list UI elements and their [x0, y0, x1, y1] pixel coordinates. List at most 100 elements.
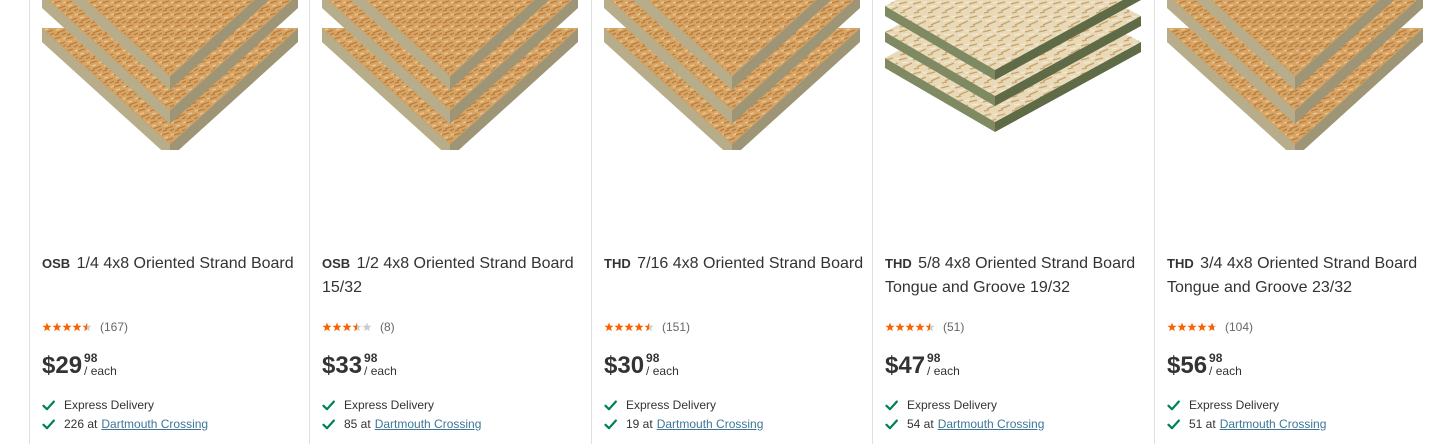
star-icon — [342, 322, 352, 332]
review-count: (8) — [380, 320, 395, 334]
product-card: OSB 1/2 4x8 Oriented Strand Board 15/32 … — [309, 0, 591, 444]
store-availability: 85 at Dartmouth Crossing — [322, 417, 481, 431]
rating-stars — [322, 322, 372, 332]
store-link[interactable]: Dartmouth Crossing — [938, 417, 1045, 431]
price-unit: / each — [646, 364, 679, 378]
product-brand: OSB — [322, 256, 351, 271]
star-icon — [915, 322, 925, 332]
price-dollars: $29 — [42, 352, 83, 379]
express-delivery-label: Express Delivery — [907, 398, 998, 412]
store-link[interactable]: Dartmouth Crossing — [1220, 417, 1327, 431]
star-icon — [644, 322, 654, 332]
product-card: THD 3/4 4x8 Oriented Strand Board Tongue… — [1154, 0, 1433, 444]
star-icon — [62, 322, 72, 332]
product-name: 7/16 4x8 Oriented Strand Board — [637, 255, 864, 272]
review-count: (151) — [662, 320, 691, 334]
product-image[interactable] — [1167, 0, 1423, 150]
product-rating[interactable]: (51) — [885, 320, 964, 334]
express-delivery: Express Delivery — [322, 398, 434, 412]
product-rating[interactable]: (104) — [1167, 320, 1253, 334]
check-icon — [322, 399, 344, 412]
product-title[interactable]: THD 7/16 4x8 Oriented Strand Board — [604, 252, 866, 276]
product-brand: OSB — [42, 256, 71, 271]
star-icon — [895, 322, 905, 332]
product-brand: THD — [604, 256, 631, 271]
rating-stars — [604, 322, 654, 332]
store-availability: 51 at Dartmouth Crossing — [1167, 417, 1326, 431]
product-image[interactable] — [42, 0, 298, 150]
express-delivery: Express Delivery — [604, 398, 716, 412]
product-name: 5/8 4x8 Oriented Strand Board Tongue and… — [885, 255, 1136, 296]
star-icon — [905, 322, 915, 332]
price-dollars: $56 — [1167, 352, 1208, 379]
price-unit: / each — [927, 364, 960, 378]
store-count: 226 at — [64, 417, 98, 431]
check-icon — [42, 399, 64, 412]
star-icon — [72, 322, 82, 332]
star-icon — [332, 322, 342, 332]
express-delivery-label: Express Delivery — [1189, 398, 1280, 412]
product-image[interactable] — [604, 0, 860, 150]
rating-stars — [885, 322, 935, 332]
store-link[interactable]: Dartmouth Crossing — [375, 417, 482, 431]
product-card: THD 5/8 4x8 Oriented Strand Board Tongue… — [872, 0, 1154, 444]
express-delivery: Express Delivery — [1167, 398, 1279, 412]
express-delivery-label: Express Delivery — [64, 398, 155, 412]
store-link[interactable]: Dartmouth Crossing — [101, 417, 208, 431]
product-title[interactable]: OSB 1/4 4x8 Oriented Strand Board — [42, 252, 303, 276]
store-link[interactable]: Dartmouth Crossing — [657, 417, 764, 431]
check-icon — [1167, 418, 1189, 431]
product-rating[interactable]: (8) — [322, 320, 395, 334]
rating-stars — [1167, 322, 1217, 332]
product-price: $33 98 / each — [322, 350, 397, 382]
product-price: $30 98 / each — [604, 350, 679, 382]
review-count: (104) — [1225, 320, 1254, 334]
product-brand: THD — [1167, 256, 1194, 271]
product-title[interactable]: OSB 1/2 4x8 Oriented Strand Board 15/32 — [322, 252, 585, 300]
product-rating[interactable]: (151) — [604, 320, 690, 334]
price-cents: 98 — [646, 351, 660, 365]
product-image[interactable] — [322, 0, 578, 150]
store-count: 51 at — [1189, 417, 1216, 431]
price-dollars: $47 — [885, 352, 926, 379]
product-name: 1/4 4x8 Oriented Strand Board — [76, 255, 294, 272]
express-delivery: Express Delivery — [885, 398, 997, 412]
star-icon — [322, 322, 332, 332]
star-icon — [1177, 322, 1187, 332]
express-delivery-label: Express Delivery — [626, 398, 717, 412]
product-grid: OSB 1/4 4x8 Oriented Strand Board (167) … — [0, 0, 1433, 444]
price-cents: 98 — [927, 351, 941, 365]
star-icon — [614, 322, 624, 332]
star-icon — [352, 322, 362, 332]
price-cents: 98 — [84, 351, 98, 365]
star-icon — [885, 322, 895, 332]
store-count: 54 at — [907, 417, 934, 431]
check-icon — [885, 418, 907, 431]
product-name: 3/4 4x8 Oriented Strand Board Tongue and… — [1167, 255, 1418, 296]
store-count: 85 at — [344, 417, 371, 431]
product-title[interactable]: THD 5/8 4x8 Oriented Strand Board Tongue… — [885, 252, 1148, 300]
star-icon — [604, 322, 614, 332]
review-count: (167) — [100, 320, 129, 334]
price-dollars: $33 — [322, 352, 363, 379]
product-card: OSB 1/4 4x8 Oriented Strand Board (167) … — [29, 0, 309, 444]
express-delivery: Express Delivery — [42, 398, 154, 412]
check-icon — [885, 399, 907, 412]
product-name: 1/2 4x8 Oriented Strand Board 15/32 — [322, 255, 574, 296]
star-icon — [1167, 322, 1177, 332]
star-icon — [634, 322, 644, 332]
product-image[interactable] — [885, 0, 1141, 150]
product-price: $47 98 / each — [885, 350, 960, 382]
product-title[interactable]: THD 3/4 4x8 Oriented Strand Board Tongue… — [1167, 252, 1427, 300]
star-icon — [624, 322, 634, 332]
price-dollars: $30 — [604, 352, 645, 379]
product-price: $29 98 / each — [42, 350, 117, 382]
check-icon — [322, 418, 344, 431]
product-rating[interactable]: (167) — [42, 320, 128, 334]
price-cents: 98 — [364, 351, 378, 365]
check-icon — [604, 399, 626, 412]
check-icon — [604, 418, 626, 431]
star-icon — [82, 322, 92, 332]
product-brand: THD — [885, 256, 912, 271]
rating-stars — [42, 322, 92, 332]
